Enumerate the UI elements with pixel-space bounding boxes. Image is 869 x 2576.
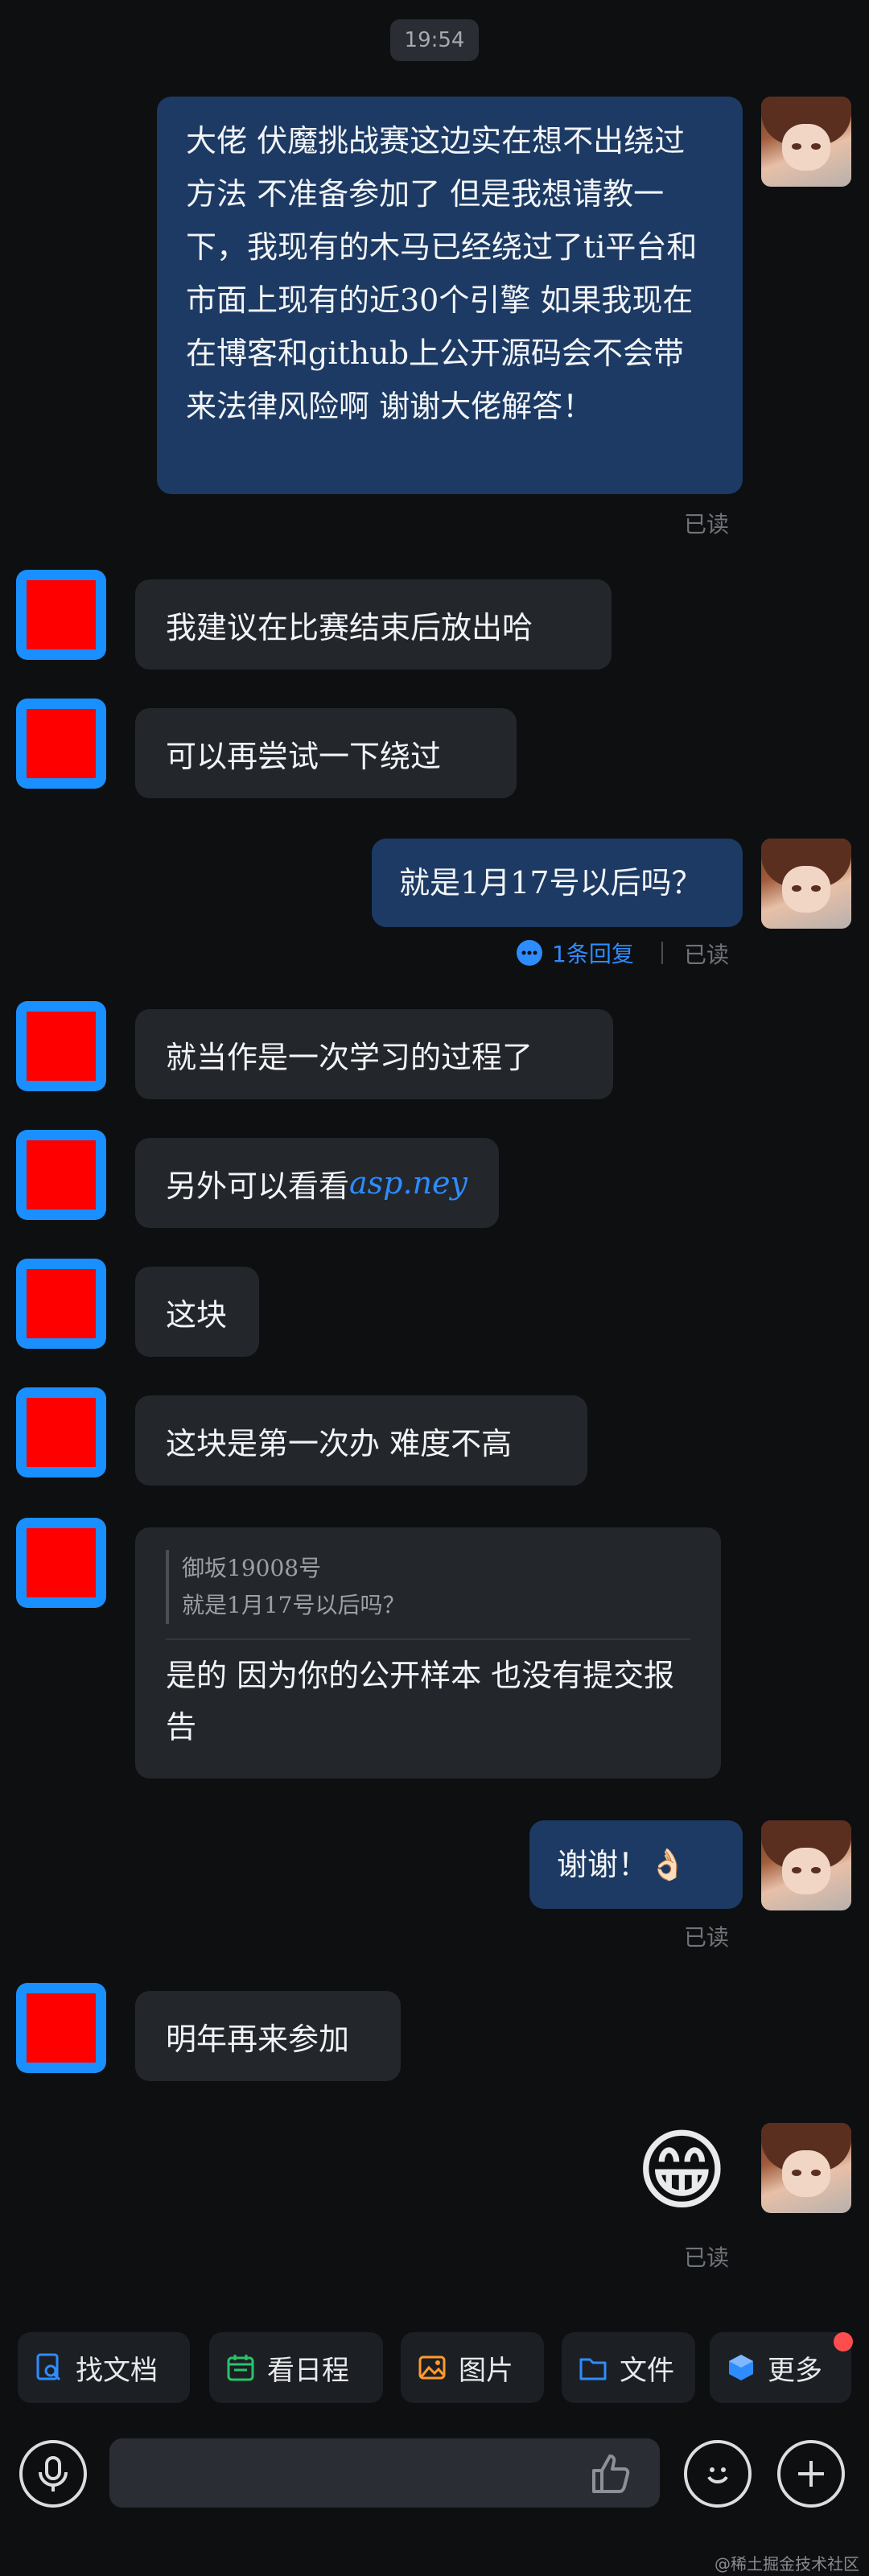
avatar-contact[interactable] <box>16 1259 106 1349</box>
avatar-self[interactable] <box>761 839 851 929</box>
find-doc-button[interactable]: 找文档 <box>18 2332 190 2403</box>
quoted-message[interactable]: 御坂19008号 就是1月17号以后吗？ <box>166 1550 690 1624</box>
notification-badge <box>834 2332 853 2351</box>
folder-icon <box>578 2352 608 2383</box>
message-bubble-incoming[interactable]: 我建议在比赛结束后放出哈 <box>135 579 612 670</box>
read-receipt: 已读 <box>684 511 730 538</box>
schedule-label: 看日程 <box>267 2354 349 2387</box>
message-text: 这块是第一次办 难度不高 <box>166 1425 513 1461</box>
plus-button[interactable] <box>777 2440 845 2508</box>
more-apps-icon <box>726 2352 756 2383</box>
message-text: 大佬 伏魔挑战赛这边实在想不出绕过方法 不准备参加了 但是我想请教一下，我现有的… <box>186 123 698 424</box>
message-bubble-incoming[interactable]: 明年再来参加 <box>135 1991 401 2081</box>
message-bubble-incoming[interactable]: 这块 <box>135 1267 259 1357</box>
avatar-self[interactable] <box>761 1820 851 1910</box>
image-label: 图片 <box>459 2354 513 2387</box>
more-label: 更多 <box>768 2354 822 2387</box>
avatar-contact[interactable] <box>16 1001 106 1091</box>
read-receipt: 已读 <box>684 1924 730 1951</box>
message-input[interactable] <box>109 2438 660 2508</box>
read-receipt: 已读 <box>684 2244 730 2271</box>
message-text: 我建议在比赛结束后放出哈 <box>166 609 533 645</box>
message-bubble-incoming[interactable]: 可以再尝试一下绕过 <box>135 708 517 798</box>
separator <box>661 942 663 964</box>
microphone-icon <box>39 2456 68 2492</box>
reply-count: 1条回复 <box>552 941 634 967</box>
plus-icon <box>798 2461 824 2487</box>
emoji-button[interactable] <box>684 2440 752 2508</box>
message-text: 😁 <box>636 2119 728 2222</box>
message-bubble-quote-reply[interactable]: 御坂19008号 就是1月17号以后吗？ 是的 因为你的公开样本 也没有提交报告 <box>135 1527 721 1778</box>
message-text: 就当作是一次学习的过程了 <box>166 1039 533 1075</box>
message-bubble-incoming[interactable]: 就当作是一次学习的过程了 <box>135 1009 613 1099</box>
avatar-contact[interactable] <box>16 1983 106 2073</box>
quoted-text: 就是1月17号以后吗？ <box>182 1592 406 1618</box>
more-button[interactable]: 更多 <box>710 2332 851 2403</box>
avatar-contact[interactable] <box>16 1387 106 1478</box>
message-bubble-outgoing[interactable]: 谢谢！👌🏻 <box>529 1820 743 1909</box>
avatar-self[interactable] <box>761 2123 851 2213</box>
message-text: 可以再尝试一下绕过 <box>166 738 442 774</box>
grinning-emoji-message[interactable]: 😁 <box>636 2118 740 2223</box>
thumbs-up-icon <box>592 2454 630 2493</box>
timestamp-pill: 19:54 <box>390 19 479 61</box>
avatar-contact[interactable] <box>16 1130 106 1220</box>
thumbs-up-button[interactable] <box>586 2448 636 2498</box>
find-doc-label: 找文档 <box>76 2354 158 2387</box>
message-text: 另外可以看看 <box>166 1168 350 1204</box>
message-text: 谢谢！👌🏻 <box>557 1847 687 1882</box>
message-bubble-incoming[interactable]: 另外可以看看 asp.ney <box>135 1138 499 1228</box>
message-bubble-outgoing[interactable]: 大佬 伏魔挑战赛这边实在想不出绕过方法 不准备参加了 但是我想请教一下，我现有的… <box>157 97 743 494</box>
avatar-contact[interactable] <box>16 1518 106 1608</box>
message-text: 是的 因为你的公开样本 也没有提交报告 <box>166 1658 675 1745</box>
avatar-contact[interactable] <box>16 570 106 660</box>
reply-bubble-icon <box>517 940 542 966</box>
message-bubble-outgoing[interactable]: 就是1月17号以后吗？ <box>372 839 743 927</box>
message-link[interactable]: asp.ney <box>349 1165 467 1201</box>
smiley-icon <box>707 2467 728 2483</box>
avatar-contact[interactable] <box>16 699 106 789</box>
message-text: 明年再来参加 <box>166 2021 350 2057</box>
schedule-button[interactable]: 看日程 <box>209 2332 383 2403</box>
message-text: 这块 <box>166 1296 228 1333</box>
quoted-author: 御坂19008号 <box>182 1555 322 1581</box>
message-text: 就是1月17号以后吗？ <box>399 865 702 901</box>
doc-search-icon <box>34 2352 64 2383</box>
read-receipt: 已读 <box>684 942 730 968</box>
file-label: 文件 <box>620 2354 674 2387</box>
calendar-icon <box>225 2352 256 2383</box>
voice-button[interactable] <box>19 2440 87 2508</box>
watermark: @稀土掘金技术社区 <box>715 2554 859 2574</box>
divider <box>166 1638 690 1640</box>
avatar-self[interactable] <box>761 97 851 187</box>
reply-thread-link[interactable]: 1条回复 <box>515 935 634 971</box>
file-button[interactable]: 文件 <box>562 2332 695 2403</box>
image-button[interactable]: 图片 <box>401 2332 544 2403</box>
timestamp-text: 19:54 <box>404 28 465 52</box>
image-icon <box>417 2352 447 2383</box>
message-bubble-incoming[interactable]: 这块是第一次办 难度不高 <box>135 1395 587 1486</box>
